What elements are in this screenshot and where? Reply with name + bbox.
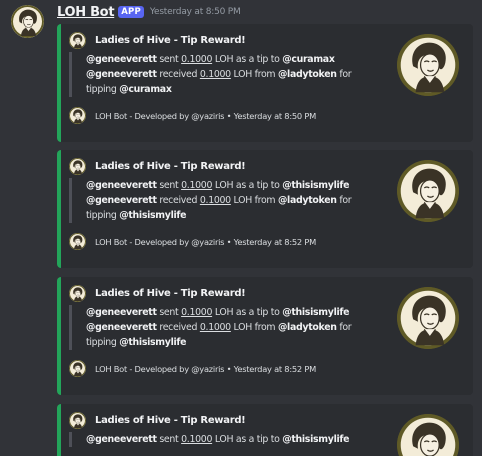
- embed-footer: LOH Bot - Developed by @yaziris • Yester…: [69, 107, 316, 124]
- vintage-lady-portrait-icon: [397, 34, 459, 96]
- embed-author-avatar: [69, 158, 86, 175]
- vintage-lady-portrait-icon: [397, 414, 459, 456]
- mention-recipient[interactable]: @geneeverett: [86, 195, 157, 206]
- embed-author-avatar: [69, 285, 86, 302]
- vintage-lady-portrait-icon: [69, 360, 86, 377]
- vintage-lady-portrait-icon: [397, 160, 459, 222]
- embed-author-name: Ladies of Hive - Tip Reward!: [95, 161, 246, 172]
- mention-source[interactable]: @ladytoken: [278, 322, 337, 333]
- mention-recipient[interactable]: @thisismylife: [119, 210, 186, 221]
- tip-amount: 0.1000: [181, 307, 213, 318]
- embed-author-avatar: [69, 412, 86, 429]
- footer-icon: [69, 233, 86, 250]
- message-header: LOH Bot APP Yesterday at 8:50 PM: [57, 4, 241, 20]
- mention-recipient[interactable]: @thisismylife: [282, 307, 349, 318]
- embed-author: Ladies of Hive - Tip Reward!: [69, 158, 246, 175]
- embed-footer-text: LOH Bot - Developed by @yaziris • Yester…: [95, 110, 316, 121]
- tip-embed: Ladies of Hive - Tip Reward! @geneeveret…: [57, 24, 473, 142]
- embed-thumbnail[interactable]: [397, 34, 459, 96]
- embed-quote: @geneeverett sent 0.1000 LOH as a tip to…: [69, 432, 387, 447]
- embed-quote: @geneeverett sent 0.1000 LOH as a tip to…: [69, 52, 387, 97]
- tip-embed: Ladies of Hive - Tip Reward! @geneeveret…: [57, 277, 473, 395]
- mention-sender[interactable]: @geneeverett: [86, 180, 157, 191]
- embed-quote: @geneeverett sent 0.1000 LOH as a tip to…: [69, 305, 387, 350]
- mention-recipient[interactable]: @thisismylife: [119, 337, 186, 348]
- tip-embed: Ladies of Hive - Tip Reward! @geneeveret…: [57, 150, 473, 268]
- embed-quote: @geneeverett sent 0.1000 LOH as a tip to…: [69, 178, 387, 223]
- bot-username[interactable]: LOH Bot: [57, 5, 115, 20]
- tip-amount: 0.1000: [181, 434, 213, 445]
- tip-amount: 0.1000: [199, 69, 231, 80]
- tip-embed: Ladies of Hive - Tip Reward! @geneeveret…: [57, 404, 473, 456]
- app-badge: APP: [118, 6, 144, 18]
- vintage-lady-portrait-icon: [69, 107, 86, 124]
- embed-footer-text: LOH Bot - Developed by @yaziris • Yester…: [95, 363, 316, 374]
- mention-recipient[interactable]: @thisismylife: [282, 180, 349, 191]
- mention-recipient[interactable]: @geneeverett: [86, 322, 157, 333]
- vintage-lady-portrait-icon: [397, 287, 459, 349]
- embed-author: Ladies of Hive - Tip Reward!: [69, 32, 246, 49]
- tip-amount: 0.1000: [181, 54, 213, 65]
- mention-sender[interactable]: @geneeverett: [86, 54, 157, 65]
- embed-author: Ladies of Hive - Tip Reward!: [69, 285, 246, 302]
- embed-footer: LOH Bot - Developed by @yaziris • Yester…: [69, 360, 316, 377]
- vintage-lady-portrait-icon: [69, 412, 86, 429]
- mention-source[interactable]: @ladytoken: [278, 195, 337, 206]
- footer-icon: [69, 360, 86, 377]
- footer-icon: [69, 107, 86, 124]
- vintage-lady-portrait-icon: [69, 233, 86, 250]
- vintage-lady-portrait-icon: [69, 158, 86, 175]
- message-timestamp[interactable]: Yesterday at 8:50 PM: [150, 7, 241, 17]
- mention-recipient[interactable]: @geneeverett: [86, 69, 157, 80]
- vintage-lady-portrait-icon: [11, 5, 44, 38]
- embed-footer-text: LOH Bot - Developed by @yaziris • Yester…: [95, 236, 316, 247]
- mention-recipient[interactable]: @thisismylife: [282, 434, 349, 445]
- mention-recipient[interactable]: @curamax: [119, 84, 172, 95]
- embed-author-name: Ladies of Hive - Tip Reward!: [95, 35, 246, 46]
- embed-thumbnail[interactable]: [397, 287, 459, 349]
- mention-recipient[interactable]: @curamax: [282, 54, 335, 65]
- embed-author-name: Ladies of Hive - Tip Reward!: [95, 288, 246, 299]
- vintage-lady-portrait-icon: [69, 32, 86, 49]
- embed-author: Ladies of Hive - Tip Reward!: [69, 412, 246, 429]
- embed-thumbnail[interactable]: [397, 160, 459, 222]
- mention-source[interactable]: @ladytoken: [278, 69, 337, 80]
- tip-amount: 0.1000: [181, 180, 213, 191]
- embed-author-name: Ladies of Hive - Tip Reward!: [95, 415, 246, 426]
- tip-amount: 0.1000: [199, 322, 231, 333]
- mention-sender[interactable]: @geneeverett: [86, 307, 157, 318]
- bot-avatar[interactable]: [11, 5, 44, 38]
- embed-thumbnail[interactable]: [397, 414, 459, 456]
- embed-author-avatar: [69, 32, 86, 49]
- mention-sender[interactable]: @geneeverett: [86, 434, 157, 445]
- vintage-lady-portrait-icon: [69, 285, 86, 302]
- tip-amount: 0.1000: [199, 195, 231, 206]
- embed-footer: LOH Bot - Developed by @yaziris • Yester…: [69, 233, 316, 250]
